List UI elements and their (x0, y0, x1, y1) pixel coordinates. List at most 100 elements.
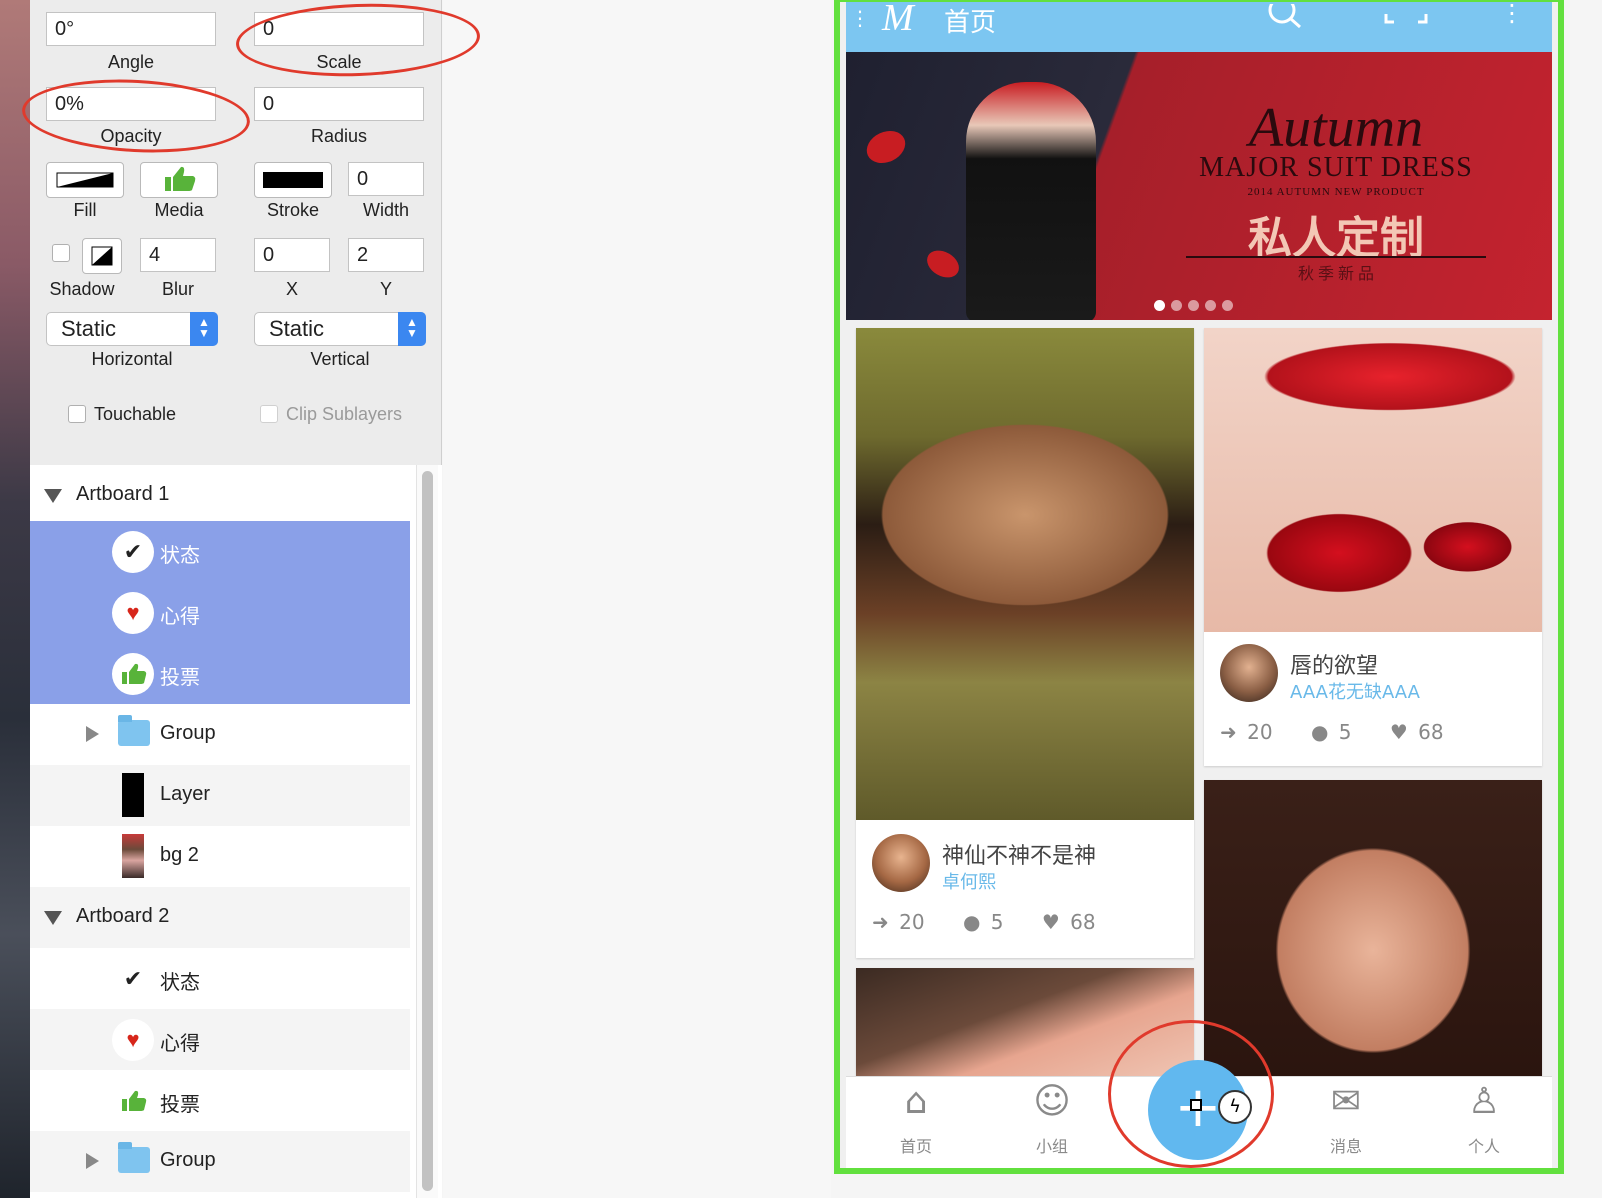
shadow-checkbox[interactable] (52, 244, 70, 262)
comment-icon[interactable]: ● (963, 910, 980, 934)
tab-home[interactable]: ⌂ 首页 (866, 1077, 966, 1168)
post-image (1204, 328, 1542, 632)
card-author[interactable]: AAA花无缺AAA (1290, 678, 1420, 704)
layer-row-artboard-1[interactable]: Artboard 1 (30, 465, 410, 526)
blur-input[interactable]: 4 (140, 238, 216, 272)
disclosure-open-icon[interactable] (44, 489, 62, 503)
layers-scrollbar[interactable] (416, 465, 438, 1198)
post-image (856, 328, 1194, 820)
disclosure-open-icon[interactable] (44, 911, 62, 925)
layer-label: 状态 (160, 972, 200, 994)
folder-icon (118, 715, 150, 746)
fill-gradient-icon (56, 172, 114, 188)
carousel-dots[interactable] (1154, 296, 1239, 315)
card-author[interactable]: 卓何熙 (942, 868, 996, 894)
shadow-color-swatch[interactable] (82, 238, 122, 274)
layer-row-group[interactable]: Group (30, 1131, 410, 1192)
layer-label: 投票 (160, 1094, 200, 1116)
avatar[interactable] (872, 834, 930, 892)
black-layer-icon (122, 773, 144, 817)
stroke-color-icon (263, 172, 323, 188)
scan-icon[interactable] (1384, 4, 1428, 24)
carousel-dot[interactable] (1171, 300, 1182, 311)
layer-row-artboard-2[interactable]: Artboard 2 (30, 887, 410, 948)
feed-card[interactable]: 神仙不神不是神 卓何熙 ➜ 20 ● 5 ♥ 68 (856, 328, 1194, 958)
avatar[interactable] (1220, 644, 1278, 702)
more-icon[interactable]: ⋮ (1500, 2, 1524, 25)
image-thumb-icon (122, 834, 144, 878)
feed-card[interactable] (1204, 780, 1542, 1090)
thumbs-up-icon (112, 1080, 154, 1122)
y-label: Y (379, 279, 392, 299)
share-count: 20 (1247, 720, 1273, 744)
petal-decoration (861, 124, 911, 170)
thumbs-up-icon (165, 166, 196, 191)
banner-carousel[interactable]: Autumn MAJOR SUIT DRESS 2014 AUTUMN NEW … (846, 52, 1552, 320)
radius-input[interactable]: 0 (254, 87, 424, 121)
x-input[interactable]: 0 (254, 238, 330, 272)
layer-row-insight[interactable]: ♥ 心得 (30, 582, 410, 643)
layer-row-bg2[interactable]: bg 2 (30, 826, 410, 887)
feed-card[interactable]: 唇的欲望 AAA花无缺AAA ➜ 20 ● 5 ♥ 68 (1204, 328, 1542, 766)
width-input[interactable]: 0 (348, 162, 424, 196)
layer-row-vote[interactable]: 投票 (30, 1070, 410, 1131)
clip-sublayers-checkbox[interactable] (260, 405, 278, 423)
width-label: Width (362, 200, 409, 220)
comment-count: 5 (990, 910, 1004, 934)
layer-label: Artboard 1 (76, 483, 170, 505)
folder-icon (118, 1142, 150, 1173)
layer-label: Layer (160, 783, 211, 805)
horizontal-label: Horizontal (91, 349, 173, 369)
menu-icon[interactable]: ⋮ (850, 6, 870, 30)
layer-row-status[interactable]: ✔ 状态 (30, 521, 410, 582)
horizontal-select[interactable]: Static ▲ ▼ (46, 312, 218, 346)
radius-label: Radius (310, 126, 368, 146)
touchable-checkbox[interactable] (68, 405, 86, 423)
layer-row-layer[interactable]: Layer (30, 765, 410, 826)
card-title: 神仙不神不是神 (942, 844, 1097, 869)
comment-icon[interactable]: ● (1311, 720, 1328, 744)
mail-icon: ✉ (1330, 1081, 1362, 1122)
group-icon: ☺ (1033, 1081, 1071, 1122)
disclosure-closed-icon[interactable] (86, 1153, 99, 1169)
carousel-dot[interactable] (1205, 300, 1216, 311)
x-label: X (285, 279, 298, 299)
carousel-dot[interactable] (1188, 300, 1199, 311)
comment-count: 5 (1338, 720, 1352, 744)
vertical-value: Static (269, 316, 325, 341)
carousel-dot[interactable] (1222, 300, 1233, 311)
search-icon[interactable] (1266, 4, 1306, 28)
heart-icon: ♥ (112, 1019, 154, 1061)
desktop-wallpaper (0, 0, 30, 1198)
share-icon[interactable]: ➜ (1220, 720, 1237, 744)
like-icon[interactable]: ♥ (1390, 720, 1408, 744)
angle-label: Angle (107, 52, 155, 72)
layer-row-status[interactable]: ✔ 状态 (30, 948, 410, 1009)
like-icon[interactable]: ♥ (1042, 910, 1060, 934)
page-title: 首页 (944, 8, 997, 38)
canvas-background (443, 0, 831, 1198)
y-input[interactable]: 2 (348, 238, 424, 272)
disclosure-closed-icon[interactable] (86, 726, 99, 742)
banner-cn-sub: 秋 季 新 品 (1297, 266, 1374, 283)
media-swatch[interactable] (140, 162, 218, 198)
layer-row-insight[interactable]: ♥ 心得 (30, 1009, 410, 1070)
shadow-color-icon (91, 246, 113, 266)
phone-artboard: ⋮ M 首页 ⋮ Autumn MAJOR SUIT DRESS 2014 AU… (834, 0, 1564, 1174)
shadow-label: Shadow (49, 279, 115, 299)
share-icon[interactable]: ➜ (872, 910, 889, 934)
scrollbar-thumb[interactable] (422, 471, 433, 1191)
stroke-swatch[interactable] (254, 162, 332, 198)
carousel-dot[interactable] (1154, 300, 1165, 311)
angle-input[interactable]: 0° (46, 12, 216, 46)
fill-swatch[interactable] (46, 162, 124, 198)
vertical-select[interactable]: Static ▲ ▼ (254, 312, 426, 346)
tab-label: 消息 (1329, 1137, 1362, 1156)
like-count: 68 (1418, 720, 1444, 744)
layer-row-vote[interactable]: 投票 (30, 643, 410, 704)
layer-row-group[interactable]: Group (30, 704, 410, 765)
tab-messages[interactable]: ✉ 消息 (1296, 1077, 1396, 1168)
tab-group[interactable]: ☺ 小组 (1002, 1077, 1102, 1168)
check-icon: ✔ (112, 958, 154, 1000)
tab-profile[interactable]: ♙ 个人 (1434, 1077, 1534, 1168)
